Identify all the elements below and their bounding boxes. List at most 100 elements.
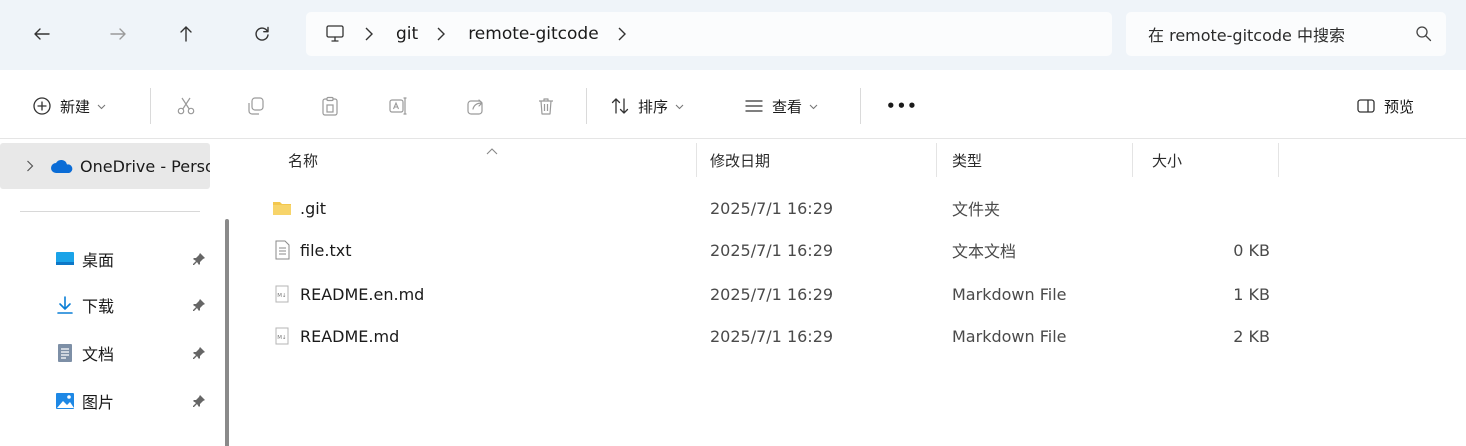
preview-pane-icon xyxy=(1357,99,1375,113)
chevron-down-icon xyxy=(97,102,106,111)
column-header-size[interactable]: 大小 xyxy=(1152,139,1182,181)
sidebar-item-label: 文档 xyxy=(82,345,115,364)
arrow-right-icon xyxy=(110,28,126,40)
sidebar-item-downloads[interactable]: 下载 xyxy=(0,283,220,327)
chevron-right-icon[interactable] xyxy=(617,27,627,41)
svg-text:M↓: M↓ xyxy=(277,292,286,299)
address-bar[interactable]: git remote-gitcode xyxy=(306,12,1112,56)
copy-icon xyxy=(248,97,264,115)
breadcrumb-git[interactable]: git xyxy=(396,12,418,56)
clipboard-icon xyxy=(322,96,338,116)
share-button[interactable] xyxy=(466,80,486,132)
documents-icon xyxy=(54,343,76,363)
new-label: 新建 xyxy=(60,97,91,116)
chevron-down-icon xyxy=(809,102,818,111)
up-button[interactable] xyxy=(168,14,204,54)
markdown-file-icon: M↓ xyxy=(272,326,292,346)
sort-label: 排序 xyxy=(638,97,669,116)
sidebar-scrollbar[interactable] xyxy=(225,219,229,446)
file-name: file.txt xyxy=(300,240,352,260)
sidebar-item-label: 桌面 xyxy=(82,251,115,270)
file-modified: 2025/7/1 16:29 xyxy=(710,198,834,218)
sidebar-item-label: 下载 xyxy=(82,297,115,316)
onedrive-cloud-icon xyxy=(50,158,74,174)
share-icon xyxy=(467,99,483,115)
column-divider[interactable] xyxy=(1278,143,1279,177)
sort-icon xyxy=(611,98,629,114)
back-button[interactable] xyxy=(24,14,60,54)
chevron-right-icon[interactable] xyxy=(364,27,374,41)
pin-icon[interactable] xyxy=(192,252,206,270)
desktop-icon xyxy=(54,249,76,269)
column-divider[interactable] xyxy=(1132,143,1133,177)
refresh-button[interactable] xyxy=(244,14,280,54)
sort-button[interactable]: 排序 xyxy=(610,80,684,132)
file-name: README.md xyxy=(300,326,400,346)
column-header-type[interactable]: 类型 xyxy=(952,139,982,181)
chevron-right-icon[interactable] xyxy=(26,160,34,172)
table-row[interactable]: .git 2025/7/1 16:29 文件夹 xyxy=(240,187,1466,229)
table-row[interactable]: M↓ README.en.md 2025/7/1 16:29 Markdown … xyxy=(240,273,1466,315)
plus-circle-icon xyxy=(33,97,51,115)
sidebar-item-desktop[interactable]: 桌面 xyxy=(0,237,220,281)
file-list: 名称 修改日期 类型 大小 .git 2025/7/1 16:29 文件夹 fi… xyxy=(240,139,1466,446)
text-file-icon xyxy=(272,240,292,260)
trash-icon xyxy=(539,98,553,115)
pin-icon[interactable] xyxy=(192,346,206,364)
arrow-up-icon xyxy=(180,26,192,42)
file-type: 文件夹 xyxy=(952,200,1001,219)
sidebar-item-label: OneDrive - Personal xyxy=(80,156,210,176)
pin-icon[interactable] xyxy=(192,298,206,316)
column-divider[interactable] xyxy=(696,143,697,177)
breadcrumb-remote-gitcode[interactable]: remote-gitcode xyxy=(468,12,598,56)
scissors-icon xyxy=(177,97,195,115)
copy-button[interactable] xyxy=(246,80,266,132)
file-size: 0 KB xyxy=(1233,240,1270,260)
preview-button[interactable]: 预览 xyxy=(1356,80,1414,132)
navigation-pane: OneDrive - Personal 桌面 下载 文档 图片 xyxy=(0,139,232,446)
paste-button[interactable] xyxy=(320,80,340,132)
this-pc-icon[interactable] xyxy=(324,12,346,56)
delete-button[interactable] xyxy=(536,80,556,132)
markdown-file-icon: M↓ xyxy=(272,284,292,304)
search-icon xyxy=(1415,25,1432,46)
divider xyxy=(586,88,587,124)
refresh-icon xyxy=(255,26,269,41)
file-type: Markdown File xyxy=(952,284,1067,304)
sidebar-item-documents[interactable]: 文档 xyxy=(0,331,220,375)
view-label: 查看 xyxy=(772,97,803,116)
column-header-name[interactable]: 名称 xyxy=(288,139,318,181)
rename-button[interactable] xyxy=(388,80,408,132)
view-button[interactable]: 查看 xyxy=(744,80,818,132)
cut-button[interactable] xyxy=(176,80,196,132)
svg-text:M↓: M↓ xyxy=(277,334,286,341)
forward-button[interactable] xyxy=(100,14,136,54)
sidebar-item-label: 图片 xyxy=(82,393,115,412)
divider xyxy=(20,211,200,212)
file-name: README.en.md xyxy=(300,284,425,304)
divider xyxy=(860,88,861,124)
file-type: 文本文档 xyxy=(952,242,1017,261)
column-divider[interactable] xyxy=(936,143,937,177)
sidebar-item-onedrive[interactable]: OneDrive - Personal xyxy=(0,143,210,189)
chevron-right-icon[interactable] xyxy=(436,27,446,41)
sort-ascending-icon xyxy=(486,141,498,159)
pin-icon[interactable] xyxy=(192,394,206,412)
command-bar: 新建 排序 查看 ••• 预览 xyxy=(0,80,1466,132)
file-name: .git xyxy=(300,198,326,218)
new-button[interactable]: 新建 xyxy=(32,80,106,132)
search-input[interactable]: 在 remote-gitcode 中搜索 xyxy=(1126,12,1446,56)
table-row[interactable]: file.txt 2025/7/1 16:29 文本文档 0 KB xyxy=(240,229,1466,271)
column-header-modified[interactable]: 修改日期 xyxy=(710,139,770,181)
file-modified: 2025/7/1 16:29 xyxy=(710,326,834,346)
more-icon: ••• xyxy=(886,97,918,115)
table-row[interactable]: M↓ README.md 2025/7/1 16:29 Markdown Fil… xyxy=(240,315,1466,357)
preview-label: 预览 xyxy=(1384,97,1415,116)
file-modified: 2025/7/1 16:29 xyxy=(710,284,834,304)
file-type: Markdown File xyxy=(952,326,1067,346)
rename-icon xyxy=(389,97,407,115)
more-button[interactable]: ••• xyxy=(886,80,918,132)
view-list-icon xyxy=(745,100,763,112)
chevron-down-icon xyxy=(675,102,684,111)
sidebar-item-pictures[interactable]: 图片 xyxy=(0,379,220,423)
